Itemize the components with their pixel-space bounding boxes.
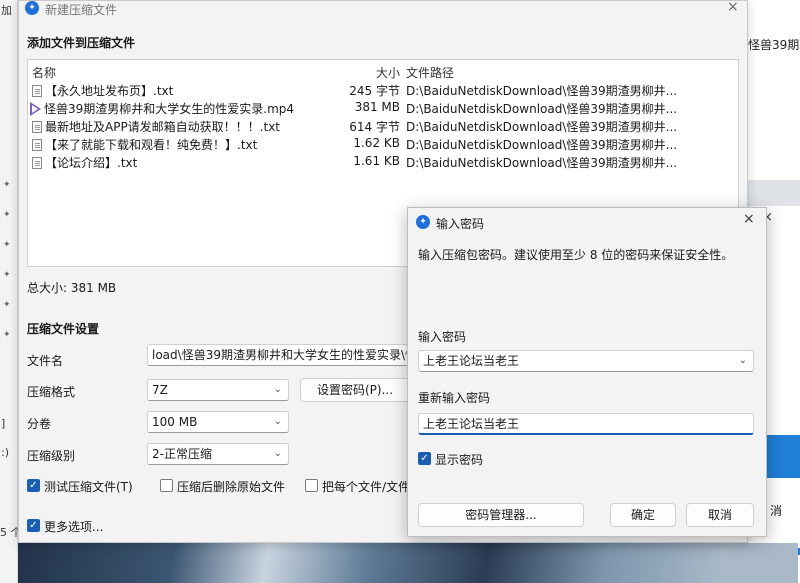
each-file-label[interactable]: 把每个文件/文件夹 <box>322 478 408 495</box>
file-path: D:\BaiduNetdiskDownload\怪兽39期渣男柳井... <box>406 138 678 152</box>
background-text-fragment: 怪兽39期渣男 <box>748 38 800 52</box>
file-row[interactable]: 【永久地址发布页】.txt 245 字节 D:\BaiduNetdiskDown… <box>28 82 738 100</box>
column-header-name[interactable]: 名称 <box>32 64 344 81</box>
filename-label: 文件名 <box>27 354 64 368</box>
password-manager-button[interactable]: 密码管理器... <box>418 503 584 527</box>
cancel-button[interactable]: 取消 <box>686 503 754 527</box>
reenter-password-label: 重新输入密码 <box>418 391 491 405</box>
background-text-fragment: :) <box>1 446 9 459</box>
app-logo-icon: ✦ <box>416 215 430 229</box>
filename-input[interactable]: load\怪兽39期渣男柳井和大学女生的性爱实录\怪 <box>147 344 409 366</box>
delete-original-label[interactable]: 压缩后删除原始文件 <box>177 478 285 495</box>
background-text-fragment: ] <box>1 417 6 430</box>
desktop-wallpaper <box>18 543 798 583</box>
file-row[interactable]: 最新地址及APP请发邮箱自动获取！！！.txt 614 字节 D:\BaiduN… <box>28 118 738 136</box>
file-name: 最新地址及APP请发邮箱自动获取！！！.txt <box>45 120 281 134</box>
more-options-link[interactable]: 更多选项... <box>44 518 103 535</box>
file-row[interactable]: 怪兽39期渣男柳井和大学女生的性爱实录.mp4 381 MB D:\BaiduN… <box>28 100 738 118</box>
window-title: 新建压缩文件 <box>45 3 118 17</box>
close-icon[interactable]: × <box>743 211 755 227</box>
close-icon[interactable]: × <box>727 0 739 15</box>
format-select[interactable]: 7Z ⌄ <box>147 379 289 401</box>
dialog-description: 输入压缩包密码。建议使用至少 8 位的密码来保证安全性。 <box>418 248 734 262</box>
column-header-size[interactable]: 大小 <box>334 64 400 81</box>
column-header-path[interactable]: 文件路径 <box>406 64 736 81</box>
app-logo-icon: ✦ <box>25 1 39 15</box>
file-size: 1.61 KB <box>353 154 400 168</box>
level-select[interactable]: 2-正常压缩 ⌄ <box>147 443 289 465</box>
file-path: D:\BaiduNetdiskDownload\怪兽39期渣男柳井... <box>406 102 678 116</box>
file-row[interactable]: 【论坛介绍】.txt 1.61 KB D:\BaiduNetdiskDownlo… <box>28 154 738 172</box>
file-path: D:\BaiduNetdiskDownload\怪兽39期渣男柳井... <box>406 84 678 98</box>
test-archive-label[interactable]: 测试压缩文件(T) <box>44 478 133 495</box>
pin-icon: ✦ <box>3 270 11 280</box>
set-password-button[interactable]: 设置密码(P)... <box>300 378 410 402</box>
video-file-icon <box>30 102 41 116</box>
pin-icon: ✦ <box>3 210 11 220</box>
reenter-password-input[interactable]: 上老王论坛当老王 <box>418 413 754 435</box>
file-name: 【论坛介绍】.txt <box>45 156 138 170</box>
settings-heading: 压缩文件设置 <box>27 322 100 336</box>
format-label: 压缩格式 <box>27 385 76 399</box>
chevron-down-icon: ⌄ <box>273 384 282 395</box>
chevron-down-icon: ⌄ <box>273 448 282 459</box>
file-path: D:\BaiduNetdiskDownload\怪兽39期渣男柳井... <box>406 120 678 134</box>
password-dialog: ✦ 输入密码 × 输入压缩包密码。建议使用至少 8 位的密码来保证安全性。 输入… <box>407 207 767 537</box>
file-size: 381 MB <box>354 100 400 114</box>
add-files-heading: 添加文件到压缩文件 <box>27 36 136 50</box>
file-path: D:\BaiduNetdiskDownload\怪兽39期渣男柳井... <box>406 156 678 170</box>
text-file-icon <box>32 157 42 169</box>
file-name: 【永久地址发布页】.txt <box>45 84 174 98</box>
test-archive-checkbox[interactable]: ✓ <box>27 479 40 492</box>
pin-icon: ✦ <box>3 300 11 310</box>
background-bar <box>748 180 800 206</box>
password-input[interactable]: 上老王论坛当老王 ⌄ <box>418 350 754 372</box>
level-label: 压缩级别 <box>27 449 76 463</box>
chevron-down-icon[interactable]: ⌄ <box>739 351 747 371</box>
file-list-header: 名称 大小 文件路径 <box>28 64 738 82</box>
background-text-fragment: 加 <box>1 4 12 17</box>
text-file-icon <box>32 85 42 97</box>
dialog-title: 输入密码 <box>436 217 485 231</box>
password-label: 输入密码 <box>418 330 467 344</box>
total-size: 总大小: 381 MB <box>27 281 117 295</box>
show-password-checkbox[interactable]: ✓ <box>418 452 431 465</box>
chevron-down-icon: ⌄ <box>273 416 282 427</box>
ok-button[interactable]: 确定 <box>610 503 676 527</box>
file-size: 245 字节 <box>349 84 400 98</box>
more-options-checkbox[interactable]: ✓ <box>27 519 40 532</box>
file-size: 1.62 KB <box>353 136 400 150</box>
split-label: 分卷 <box>27 417 52 431</box>
background-window-left: 加 ✦ ✦ ✦ ✦ ✦ ✦ ] :) <box>0 0 18 583</box>
text-file-icon <box>32 139 42 151</box>
pin-icon: ✦ <box>3 240 11 250</box>
file-row[interactable]: 【来了就能下载和观看！纯免费！】.txt 1.62 KB D:\BaiduNet… <box>28 136 738 154</box>
delete-original-checkbox[interactable] <box>160 479 173 492</box>
each-file-checkbox[interactable] <box>305 479 318 492</box>
show-password-label[interactable]: 显示密码 <box>435 451 483 468</box>
pin-icon: ✦ <box>3 330 11 340</box>
file-name: 【来了就能下载和观看！纯免费！】.txt <box>45 138 258 152</box>
file-size: 614 字节 <box>349 120 400 134</box>
background-button-fragment[interactable]: 消 <box>770 502 782 519</box>
text-file-icon <box>32 121 42 133</box>
file-name: 怪兽39期渣男柳井和大学女生的性爱实录.mp4 <box>44 102 295 116</box>
pin-icon: ✦ <box>3 180 11 190</box>
split-select[interactable]: 100 MB ⌄ <box>147 411 289 433</box>
